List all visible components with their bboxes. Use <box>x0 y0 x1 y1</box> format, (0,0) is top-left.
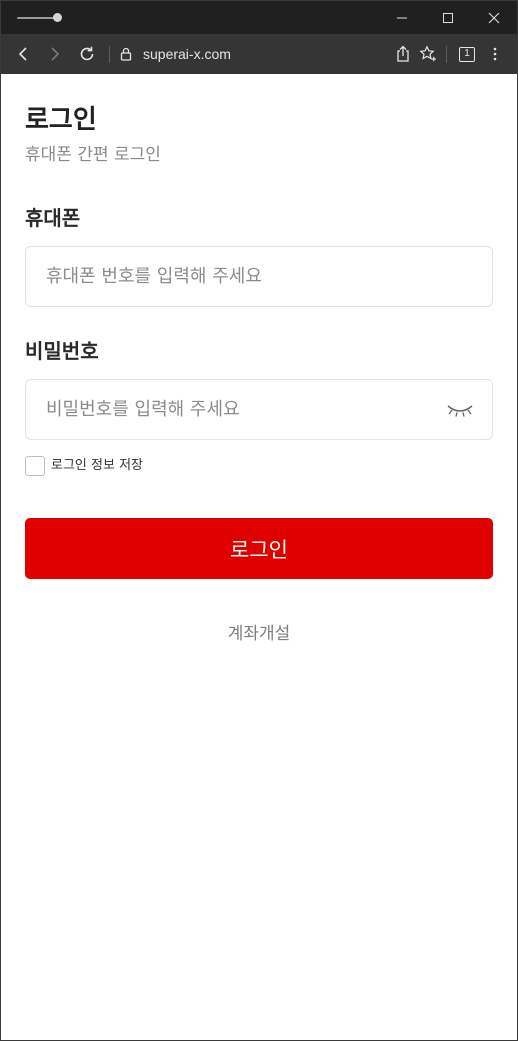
phone-input[interactable] <box>46 247 446 306</box>
address-bar-url[interactable]: superai-x.com <box>143 44 231 64</box>
share-button[interactable] <box>392 34 414 74</box>
close-button[interactable] <box>471 1 517 34</box>
phone-field[interactable] <box>25 246 493 307</box>
browser-window: superai-x.com 1 로그인 휴대폰 간편 로그인 휴대폰 휴대폰 번… <box>0 0 518 1041</box>
toolbar-separator <box>446 46 447 63</box>
password-label: 비밀번호 <box>25 339 99 363</box>
window-slider-knob[interactable] <box>53 13 62 22</box>
lock-icon <box>120 47 132 61</box>
reload-button[interactable] <box>73 34 101 74</box>
forward-icon <box>51 47 60 61</box>
eye-closed-icon[interactable] <box>446 400 474 420</box>
page-title: 로그인 <box>25 105 97 135</box>
browser-toolbar: superai-x.com 1 <box>1 34 517 74</box>
forward-button[interactable] <box>41 34 69 74</box>
minimize-button[interactable] <box>379 1 425 34</box>
open-account-link[interactable]: 계좌개설 <box>1 622 517 646</box>
more-menu-button[interactable] <box>485 34 505 74</box>
phone-label: 휴대폰 <box>25 206 81 230</box>
share-icon <box>397 45 409 62</box>
back-icon <box>18 47 27 61</box>
title-bar <box>1 1 517 34</box>
remember-checkbox[interactable] <box>25 456 45 476</box>
window-slider-track[interactable] <box>17 17 57 19</box>
tab-count: 1 <box>464 48 470 59</box>
favorite-icon <box>419 45 436 62</box>
remember-label: 로그인 정보 저장 <box>51 458 143 473</box>
more-icon <box>493 47 497 61</box>
favorites-button[interactable] <box>416 34 440 74</box>
reload-icon <box>80 46 94 61</box>
page-subtitle: 휴대폰 간편 로그인 <box>25 145 161 165</box>
toolbar-separator <box>109 46 110 63</box>
back-button[interactable] <box>9 34 37 74</box>
tabs-button[interactable]: 1 <box>456 34 478 74</box>
close-icon <box>488 12 500 23</box>
password-field[interactable] <box>25 379 493 440</box>
login-button[interactable]: 로그인 <box>25 518 493 579</box>
maximize-button[interactable] <box>425 1 471 34</box>
site-info-button[interactable] <box>117 34 135 74</box>
remember-login[interactable]: 로그인 정보 저장 <box>25 456 143 476</box>
minimize-icon <box>397 17 407 18</box>
password-input[interactable] <box>46 380 446 439</box>
tab-count-icon: 1 <box>459 46 475 62</box>
page-content: 로그인 휴대폰 간편 로그인 휴대폰 비밀번호 로그인 정보 저장 로그인 계좌… <box>1 74 517 1040</box>
maximize-icon <box>443 12 453 23</box>
